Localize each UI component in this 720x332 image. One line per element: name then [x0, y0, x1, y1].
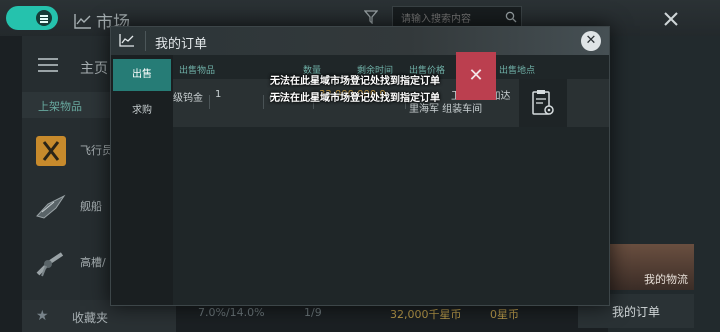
header-divider — [145, 31, 146, 51]
my-orders-dialog: 我的订单 ✕ 出售 求购 出售物品 数量 剩余时间 出售价格 出售地点 级钨金 … — [110, 26, 610, 306]
pilot-icon — [36, 136, 66, 166]
my-logistics-card[interactable]: 我的物流 — [608, 244, 694, 290]
dialog-title: 我的订单 — [155, 37, 208, 52]
error-message: 无法在此星域市场登记处找到指定订单 — [270, 93, 440, 104]
menu-button[interactable] — [6, 6, 58, 30]
item-name: 级钨金 — [173, 93, 203, 104]
cancel-order-button[interactable]: ✕ — [456, 52, 496, 100]
column-header: 出售地点 — [499, 66, 536, 76]
order-count: 1/9 — [304, 306, 322, 319]
close-icon[interactable] — [662, 10, 680, 28]
module-icon — [36, 252, 64, 277]
column-header: 出售物品 — [179, 66, 216, 76]
order-type-tabs: 出售 求购 — [111, 55, 173, 305]
clipboard-settings-icon — [532, 90, 554, 115]
hamburger-icon — [36, 10, 52, 26]
quantity: 1 — [215, 89, 222, 100]
search-field[interactable] — [392, 6, 522, 30]
fee: 0星币 — [490, 308, 519, 321]
cell-divider — [263, 95, 264, 109]
dialog-close-button[interactable]: ✕ — [581, 31, 601, 51]
chart-line-icon — [119, 34, 134, 47]
home-label: 主页 — [80, 61, 108, 77]
modify-order-button[interactable] — [519, 79, 567, 127]
dialog-header: 我的订单 ✕ — [111, 27, 609, 55]
balance: 32,000千星币 — [390, 308, 462, 321]
cell-divider — [209, 95, 210, 109]
chart-line-icon — [74, 13, 91, 29]
error-message: 无法在此星域市场登记处找到指定订单 — [270, 76, 440, 87]
ship-icon — [36, 194, 66, 219]
tab-buy[interactable]: 求购 — [113, 95, 171, 127]
tax-rate: 7.0%/14.0% — [198, 306, 265, 319]
tab-sell[interactable]: 出售 — [113, 59, 171, 91]
close-icon: ✕ — [468, 65, 484, 86]
star-icon: ★ — [36, 308, 49, 324]
filter-icon[interactable] — [364, 10, 378, 24]
list-icon — [38, 58, 58, 72]
search-icon[interactable] — [505, 11, 517, 23]
